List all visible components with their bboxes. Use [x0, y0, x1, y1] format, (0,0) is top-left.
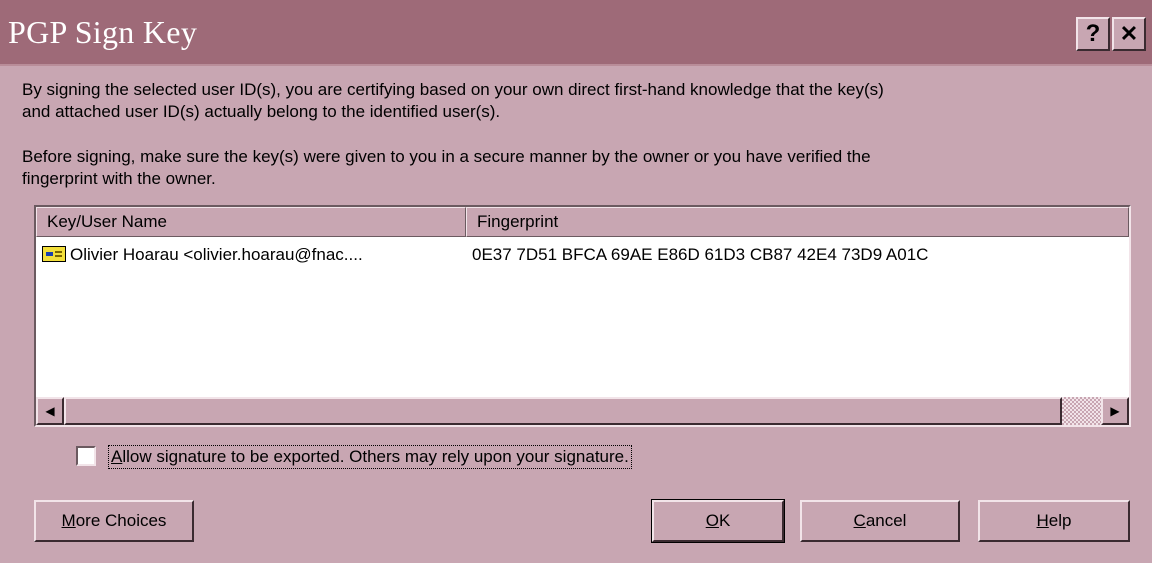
key-icon	[42, 246, 66, 262]
help-icon[interactable]: ?	[1076, 17, 1110, 51]
description-line: fingerprint with the owner.	[22, 169, 216, 188]
list-item[interactable]: Olivier Hoarau <olivier.hoarau@fnac.... …	[36, 241, 1129, 269]
mnemonic: M	[61, 511, 76, 530]
label-text: llow signature to be exported. Others ma…	[122, 447, 629, 466]
description-paragraph-2: Before signing, make sure the key(s) wer…	[22, 146, 1132, 190]
key-list[interactable]: Key/User Name Fingerprint Olivier Hoarau…	[34, 205, 1131, 427]
description-paragraph-1: By signing the selected user ID(s), you …	[22, 79, 1132, 123]
ok-button[interactable]: OK	[651, 499, 785, 543]
button-label: elp	[1048, 511, 1072, 530]
description-line: By signing the selected user ID(s), you …	[22, 80, 884, 99]
scrollbar-thumb[interactable]	[64, 397, 1062, 425]
key-user-name: Olivier Hoarau <olivier.hoarau@fnac....	[70, 245, 363, 264]
close-icon[interactable]: ✕	[1112, 17, 1146, 51]
mnemonic: O	[705, 511, 719, 530]
scroll-right-icon[interactable]: ▶	[1101, 397, 1129, 425]
help-button[interactable]: Help	[978, 500, 1130, 542]
mnemonic: A	[111, 447, 123, 466]
button-label: ancel	[865, 511, 907, 530]
column-header-key-user-name[interactable]: Key/User Name	[36, 207, 466, 237]
button-label: ore Choices	[75, 511, 167, 530]
allow-export-checkbox[interactable]	[76, 446, 96, 466]
mnemonic: C	[853, 511, 866, 530]
window-title: PGP Sign Key	[8, 14, 198, 50]
title-bar[interactable]: PGP Sign Key ? ✕	[0, 0, 1152, 66]
more-choices-button[interactable]: More Choices	[34, 500, 194, 542]
button-label: K	[718, 511, 731, 530]
allow-export-label[interactable]: Allow signature to be exported. Others m…	[108, 445, 632, 469]
cancel-button[interactable]: Cancel	[800, 500, 960, 542]
description-line: and attached user ID(s) actually belong …	[22, 102, 501, 121]
horizontal-scrollbar[interactable]: ◀ ▶	[36, 397, 1129, 425]
column-header-fingerprint[interactable]: Fingerprint	[466, 207, 1129, 237]
scroll-left-icon[interactable]: ◀	[36, 397, 64, 425]
description-line: Before signing, make sure the key(s) wer…	[22, 147, 871, 166]
mnemonic: H	[1036, 511, 1049, 530]
key-fingerprint: 0E37 7D51 BFCA 69AE E86D 61D3 CB87 42E4 …	[472, 245, 929, 264]
scrollbar-track[interactable]	[1062, 397, 1101, 425]
